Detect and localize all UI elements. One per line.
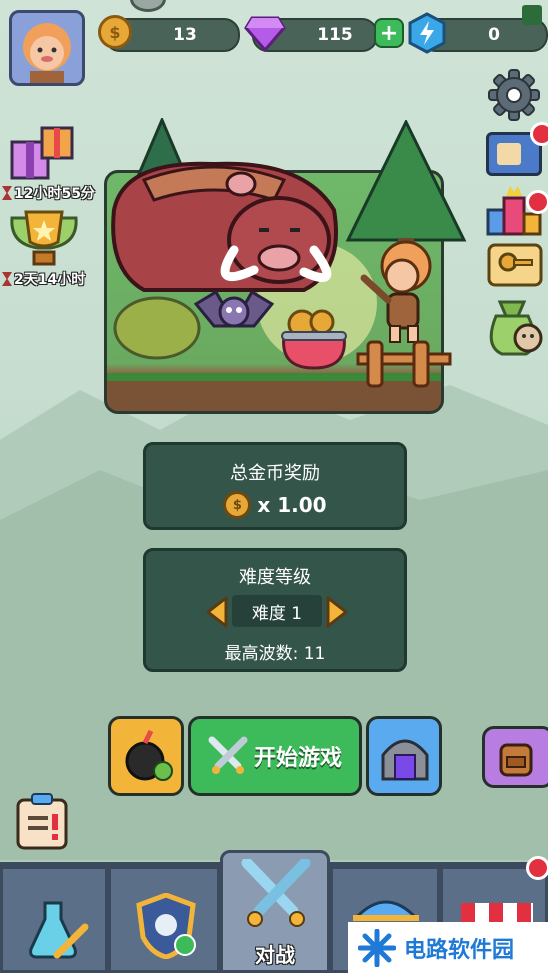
shop-notification-dot — [526, 856, 548, 880]
add-gems-button[interactable]: + — [374, 18, 404, 48]
potion-wrench-icon — [29, 901, 89, 959]
dungeon-portal-button[interactable] — [366, 716, 442, 796]
tab-heroes[interactable] — [108, 866, 220, 973]
boss-challenge-button[interactable] — [108, 716, 184, 796]
watermark-logo-icon — [358, 928, 396, 967]
tab-battle[interactable]: 对战 — [220, 850, 330, 973]
top-center-gear-icon — [130, 0, 166, 12]
hourglass-icon — [2, 272, 12, 286]
mail-card-icon — [497, 143, 521, 165]
trophy-timer: 2天14小时 — [2, 269, 85, 289]
tab-lab[interactable] — [0, 866, 108, 973]
difficulty-level: 难度 1 — [251, 603, 303, 624]
stone-portal-icon — [381, 739, 429, 781]
caveman-avatar-icon — [23, 23, 71, 83]
player-avatar[interactable] — [9, 10, 85, 86]
gem-icon — [244, 16, 286, 52]
coin-count: 13 — [173, 25, 197, 45]
energy-count: 0 — [488, 25, 500, 45]
money-bag-icon[interactable] — [482, 296, 546, 358]
wooden-fence-icon — [356, 340, 452, 388]
battle-swords-icon — [241, 859, 311, 927]
hero-shield-icon — [136, 893, 196, 959]
watermark-text: 电路软件园 — [404, 937, 515, 963]
difficulty-level-box: 难度 1 — [232, 595, 322, 627]
backpack-icon — [499, 743, 533, 777]
reward-coin-icon: $ — [223, 491, 252, 519]
difficulty-prev-arrow-icon[interactable] — [204, 595, 230, 629]
max-wave: 最高波数: 11 — [224, 644, 326, 664]
bat-monster-icon — [194, 289, 274, 328]
difficulty-panel: 难度等级 难度 1 最高波数: 11 — [143, 548, 407, 672]
gem-count: 115 — [317, 25, 353, 45]
hourglass-icon — [2, 186, 12, 200]
backpack-button[interactable] — [482, 726, 548, 788]
settings-gear-icon[interactable] — [487, 68, 541, 122]
reward-title: 总金币奖励 — [230, 463, 320, 484]
start-game-label: 开始游戏 — [253, 746, 342, 771]
reward-panel: 总金币奖励 $ x 1.00 — [143, 442, 407, 530]
difficulty-next-arrow-icon[interactable] — [324, 595, 350, 629]
leaf-corner-icon — [522, 5, 542, 25]
gift-timer: 12小时55分 — [2, 183, 95, 203]
ranking-notification-dot — [526, 190, 548, 214]
coin-icon: $ — [98, 15, 132, 49]
task-clipboard-icon[interactable] — [14, 792, 70, 850]
skull-bomb-icon — [125, 729, 173, 781]
watermark: 电路软件园 — [348, 922, 548, 973]
trophy-icon[interactable] — [8, 208, 80, 268]
start-game-button[interactable]: 开始游戏 — [188, 716, 362, 796]
key-ticket-icon[interactable] — [486, 242, 544, 288]
mail-notification-dot — [530, 122, 548, 146]
coin-purse-icon — [281, 309, 347, 370]
gift-box-icon[interactable] — [8, 118, 76, 182]
reward-multiplier: x 1.00 — [257, 493, 327, 517]
difficulty-title: 难度等级 — [239, 567, 311, 588]
energy-icon — [408, 12, 446, 54]
crossed-swords-icon — [208, 736, 248, 774]
caveman-hero-icon — [360, 240, 432, 343]
dome-icon — [353, 900, 419, 921]
tab-battle-label: 对战 — [255, 943, 295, 967]
